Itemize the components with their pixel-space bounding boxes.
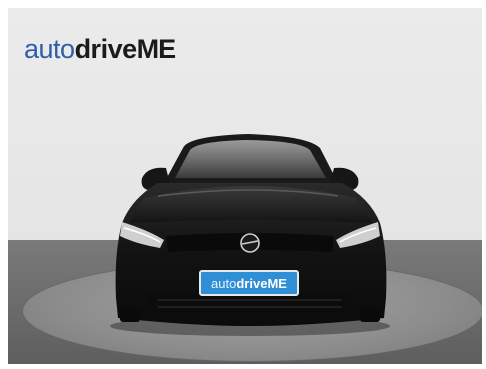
- plate-word-auto: auto: [211, 275, 237, 291]
- plate-word-me: ME: [267, 275, 287, 291]
- license-plate: auto drive ME: [199, 270, 299, 296]
- left-wheel: [120, 308, 140, 322]
- right-wheel: [360, 308, 380, 322]
- car-front-view: [110, 134, 390, 336]
- plate-word-drive: drive: [236, 275, 268, 291]
- photo-frame: autodriveME auto drive ME: [8, 8, 482, 364]
